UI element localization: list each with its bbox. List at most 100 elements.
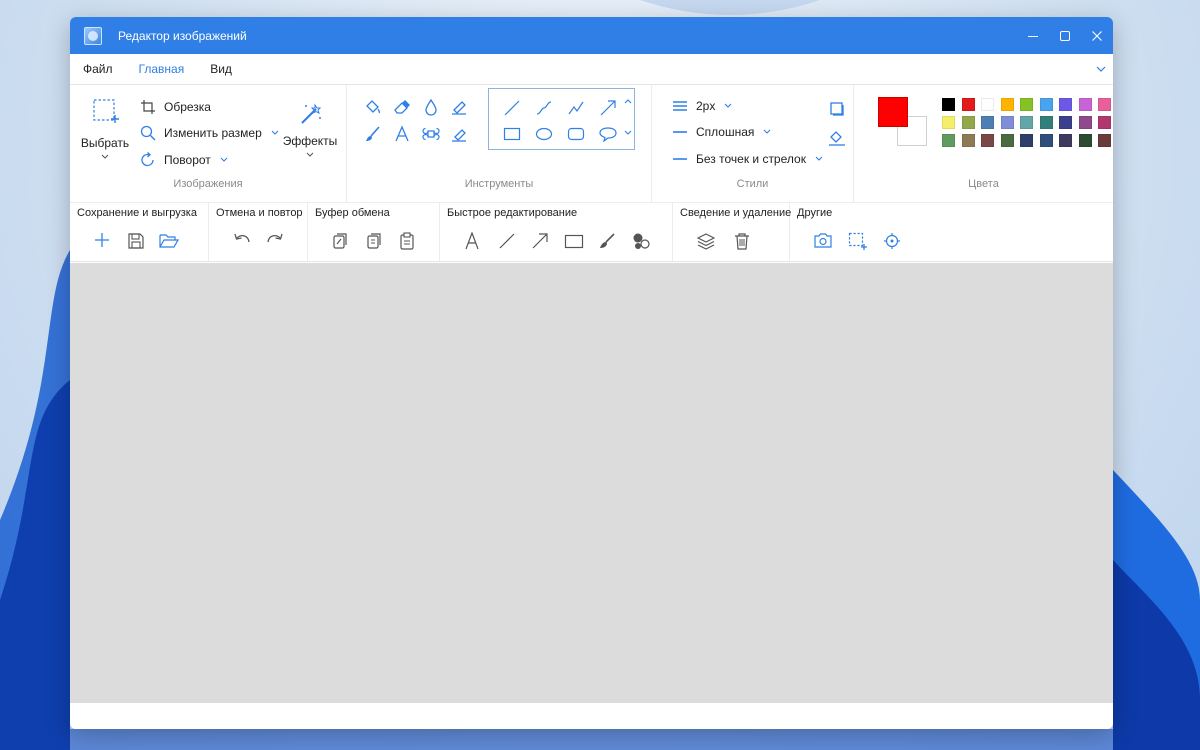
minimize-button[interactable] bbox=[1017, 17, 1049, 54]
rectangle-shape-icon[interactable] bbox=[503, 125, 521, 143]
color-swatch[interactable] bbox=[1078, 116, 1092, 129]
rotate-button[interactable]: Поворот bbox=[140, 152, 229, 168]
layers-icon[interactable] bbox=[697, 232, 715, 250]
color-swatch[interactable] bbox=[981, 134, 994, 147]
resize-label: Изменить размер bbox=[164, 126, 262, 140]
arrow-icon[interactable] bbox=[531, 232, 549, 250]
new-icon[interactable] bbox=[94, 232, 110, 248]
maximize-button[interactable] bbox=[1049, 17, 1081, 54]
chevron-down-icon bbox=[724, 103, 732, 108]
select-area-icon[interactable] bbox=[848, 232, 868, 250]
thickness-dropdown[interactable]: 2px bbox=[672, 99, 733, 113]
thickness-value: 2px bbox=[696, 99, 716, 113]
highlighter-icon[interactable] bbox=[450, 98, 468, 116]
resize-button[interactable]: Изменить размер bbox=[140, 125, 280, 141]
color-swatch[interactable] bbox=[981, 116, 994, 129]
color-swatch[interactable] bbox=[1039, 116, 1053, 129]
polyline-shape-icon[interactable] bbox=[567, 99, 585, 117]
color-swatch[interactable] bbox=[981, 98, 994, 111]
effects-button[interactable]: Эффекты bbox=[280, 99, 340, 162]
primary-color[interactable] bbox=[878, 97, 908, 127]
quick-toolbar: Сохранение и выгрузка Отмена и повтор Бу… bbox=[70, 203, 1113, 262]
color-swatch[interactable] bbox=[961, 98, 975, 111]
color-swatch[interactable] bbox=[1000, 134, 1014, 147]
fill-style-icon[interactable] bbox=[828, 128, 846, 146]
speech-bubble-shape-icon[interactable] bbox=[599, 125, 617, 143]
save-icon[interactable] bbox=[127, 232, 145, 250]
crop-button[interactable]: Обрезка bbox=[140, 99, 211, 115]
line-shape-icon[interactable] bbox=[503, 99, 521, 117]
color-swatch[interactable] bbox=[1059, 116, 1072, 129]
eraser-icon[interactable] bbox=[393, 98, 411, 116]
trash-icon[interactable] bbox=[733, 232, 751, 250]
step-number-icon[interactable] bbox=[632, 232, 650, 250]
ellipse-shape-icon[interactable] bbox=[535, 125, 553, 143]
color-picker-drop-icon[interactable] bbox=[422, 98, 440, 116]
select-icon bbox=[93, 99, 119, 123]
curve-shape-icon[interactable] bbox=[535, 99, 553, 117]
merge-group-label: Сведение и удаление bbox=[680, 207, 792, 219]
color-swatch[interactable] bbox=[1039, 98, 1053, 111]
camera-icon[interactable] bbox=[814, 232, 832, 248]
brush-icon[interactable] bbox=[598, 232, 616, 250]
color-swatch[interactable] bbox=[1020, 134, 1033, 147]
group-label-colors: Цвета bbox=[968, 178, 999, 190]
arrows-dropdown[interactable]: Без точек и стрелок bbox=[672, 152, 824, 166]
color-swatch[interactable] bbox=[1020, 116, 1033, 129]
open-folder-icon[interactable] bbox=[159, 232, 179, 250]
maximize-icon bbox=[1060, 30, 1070, 41]
chevron-down-icon bbox=[815, 156, 823, 161]
color-swatch[interactable] bbox=[1000, 116, 1014, 129]
brush-icon[interactable] bbox=[364, 125, 382, 143]
title-bar: Редактор изображений bbox=[70, 17, 1113, 54]
chevron-down-icon[interactable] bbox=[623, 129, 633, 137]
drawing-canvas[interactable] bbox=[70, 263, 1113, 703]
color-swatch[interactable] bbox=[1000, 98, 1014, 111]
color-swatch[interactable] bbox=[1078, 98, 1092, 111]
select-button[interactable]: Выбрать bbox=[80, 97, 130, 164]
text-icon[interactable] bbox=[463, 232, 481, 250]
line-style-dropdown[interactable]: Сплошная bbox=[672, 125, 772, 139]
redo-icon[interactable] bbox=[266, 232, 284, 248]
color-swatch[interactable] bbox=[961, 134, 975, 147]
group-colors: Цвета bbox=[854, 85, 1113, 202]
tab-view[interactable]: Вид bbox=[197, 54, 245, 85]
fill-bucket-icon[interactable] bbox=[364, 98, 382, 116]
cut-icon[interactable] bbox=[332, 232, 348, 250]
color-swatch[interactable] bbox=[942, 134, 955, 147]
color-swatch[interactable] bbox=[961, 116, 975, 129]
shapes-gallery bbox=[488, 88, 635, 150]
save-group-label: Сохранение и выгрузка bbox=[77, 207, 197, 219]
undo-icon[interactable] bbox=[233, 232, 251, 248]
chevron-up-icon[interactable] bbox=[623, 97, 633, 105]
paste-icon[interactable] bbox=[399, 232, 415, 250]
text-tool-icon[interactable] bbox=[393, 125, 411, 143]
command-icon[interactable] bbox=[422, 125, 440, 143]
color-swatch[interactable] bbox=[1020, 98, 1033, 111]
close-button[interactable] bbox=[1081, 17, 1113, 54]
tab-file[interactable]: Файл bbox=[70, 54, 126, 85]
color-swatch[interactable] bbox=[1098, 134, 1111, 147]
tab-home[interactable]: Главная bbox=[126, 54, 198, 85]
target-icon[interactable] bbox=[883, 232, 901, 250]
clipboard-group: Буфер обмена bbox=[308, 203, 440, 261]
rectangle-icon[interactable] bbox=[564, 232, 584, 250]
outline-icon[interactable] bbox=[829, 101, 845, 117]
line-icon[interactable] bbox=[498, 232, 516, 250]
color-swatch[interactable] bbox=[942, 98, 955, 111]
ribbon-collapse-icon[interactable] bbox=[1095, 63, 1107, 75]
group-label-tools: Инструменты bbox=[464, 178, 534, 190]
color-swatch[interactable] bbox=[1098, 116, 1111, 129]
color-swatch[interactable] bbox=[942, 116, 955, 129]
color-swatch[interactable] bbox=[1078, 134, 1092, 147]
status-bar bbox=[70, 703, 1113, 729]
color-swatch[interactable] bbox=[1059, 98, 1072, 111]
copy-icon[interactable] bbox=[366, 232, 382, 250]
marker-icon[interactable] bbox=[450, 125, 468, 143]
color-swatch[interactable] bbox=[1039, 134, 1053, 147]
color-swatch[interactable] bbox=[1098, 98, 1111, 111]
color-swatch[interactable] bbox=[1059, 134, 1072, 147]
arrow-shape-icon[interactable] bbox=[599, 99, 617, 117]
window-title: Редактор изображений bbox=[118, 28, 247, 43]
rounded-rectangle-shape-icon[interactable] bbox=[567, 125, 585, 143]
